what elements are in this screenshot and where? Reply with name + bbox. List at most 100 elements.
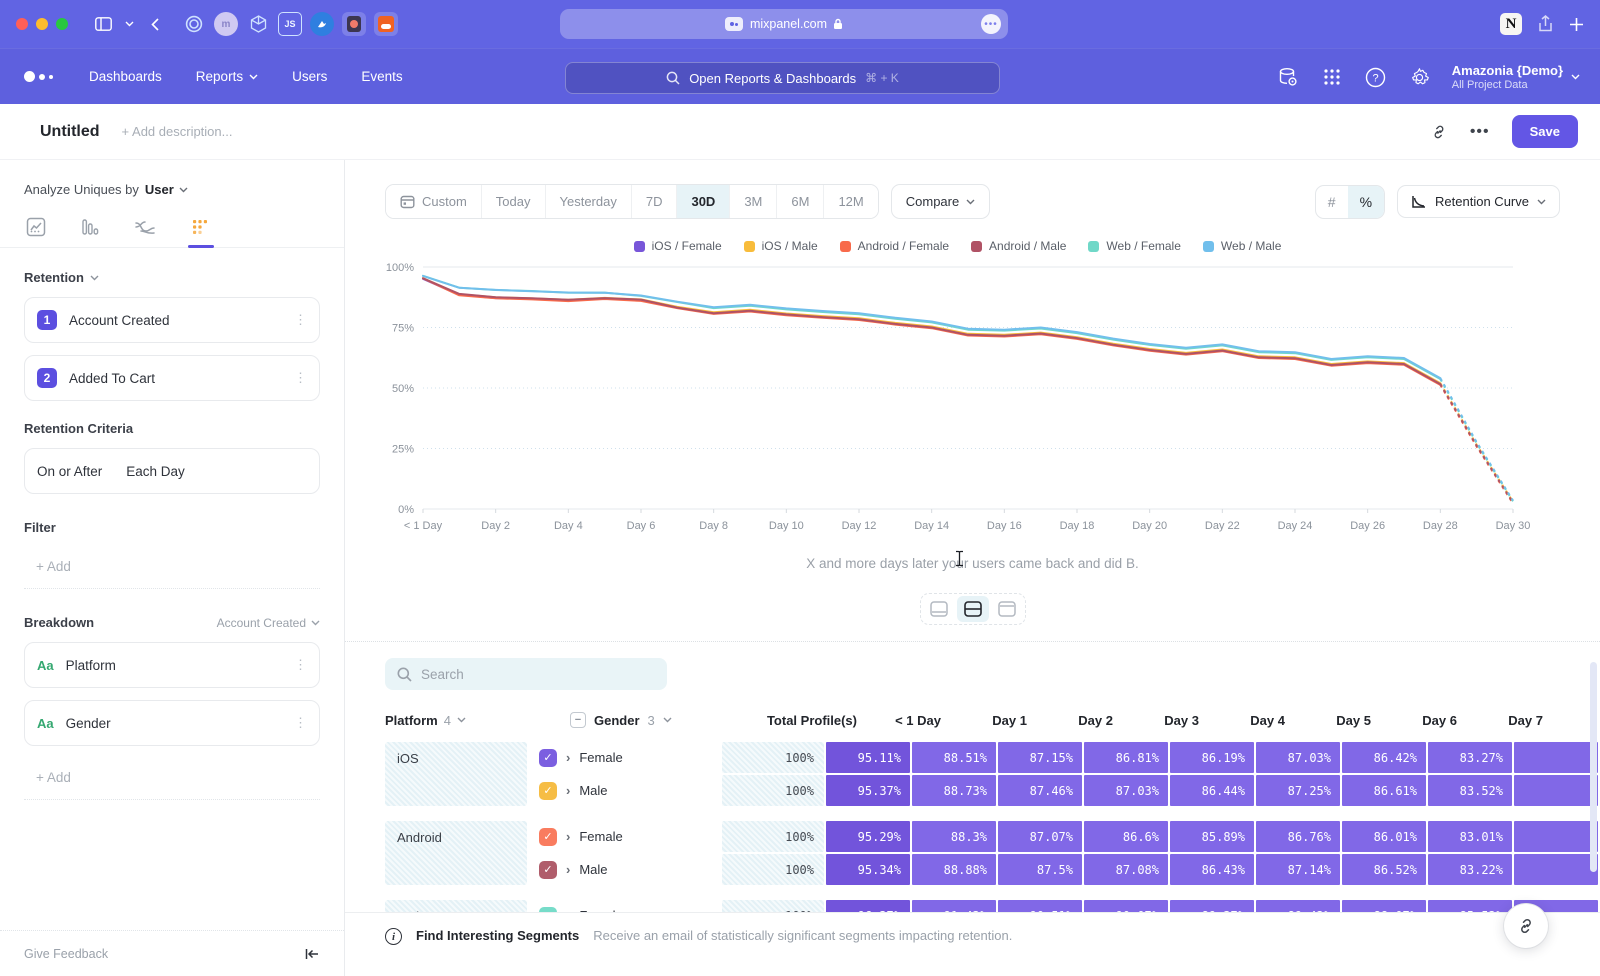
retention-chart[interactable]: 100%75%50%25%0%< 1 DayDay 2Day 4Day 6Day…	[375, 259, 1600, 546]
retention-value-cell[interactable]: 83.52%	[1428, 775, 1512, 806]
retention-value-cell[interactable]: 86.76%	[1256, 821, 1340, 852]
breakdown-options-icon[interactable]: ⋮	[294, 661, 307, 669]
close-window-button[interactable]	[16, 18, 28, 30]
range-yesterday[interactable]: Yesterday	[546, 185, 632, 218]
retention-value-cell[interactable]	[1514, 821, 1598, 852]
criteria-interval[interactable]: Each Day	[126, 464, 185, 479]
page-actions-button[interactable]: •••	[981, 14, 1001, 34]
day-column-header[interactable]: Day 5	[1297, 713, 1383, 728]
legend-item[interactable]: Android / Male	[971, 239, 1066, 253]
criteria-mode[interactable]: On or After	[37, 464, 102, 479]
range-12m[interactable]: 12M	[824, 185, 877, 218]
day-column-header[interactable]: Day 4	[1211, 713, 1297, 728]
record-extension-icon[interactable]	[342, 12, 366, 36]
m-extension-icon[interactable]: m	[214, 12, 238, 36]
retention-value-cell[interactable]: 86.52%	[1342, 854, 1426, 885]
mixpanel-logo[interactable]	[24, 71, 53, 82]
retention-value-cell[interactable]	[1514, 775, 1598, 806]
retention-value-cell[interactable]: 87.25%	[1256, 775, 1340, 806]
day-column-header[interactable]: < 1 Day	[867, 713, 953, 728]
share-icon[interactable]	[1538, 15, 1553, 33]
number-format-button[interactable]: #	[1316, 186, 1348, 218]
gender-column-header[interactable]: − Gender 3	[570, 712, 765, 728]
retention-step-1[interactable]: 1 Account Created ⋮	[24, 297, 320, 343]
retention-value-cell[interactable]: 87.14%	[1256, 854, 1340, 885]
find-segments-title[interactable]: Find Interesting Segments	[416, 928, 579, 943]
retention-value-cell[interactable]: 86.6%	[1084, 821, 1168, 852]
share-link-floating-button[interactable]	[1504, 904, 1548, 948]
table-only-view-button[interactable]	[991, 596, 1023, 622]
zoom-window-button[interactable]	[56, 18, 68, 30]
new-tab-icon[interactable]	[1569, 17, 1584, 32]
retention-value-cell[interactable]: 86.61%	[1342, 775, 1426, 806]
retention-value-cell[interactable]: 95.11%	[826, 742, 910, 773]
legend-item[interactable]: Android / Female	[840, 239, 949, 253]
legend-item[interactable]: Web / Male	[1203, 239, 1281, 253]
total-profiles-header[interactable]: Total Profile(s)	[765, 713, 867, 728]
series-checkbox[interactable]: ✓	[539, 828, 557, 846]
day-column-header[interactable]: Day 3	[1125, 713, 1211, 728]
retention-value-cell[interactable]: 88.51%	[912, 742, 996, 773]
sidebar-toggle-icon[interactable]	[90, 11, 116, 37]
settings-gear-icon[interactable]	[1408, 65, 1432, 89]
report-title[interactable]: Untitled	[40, 123, 100, 141]
tab-funnels[interactable]	[80, 217, 100, 247]
give-feedback-link[interactable]: Give Feedback	[24, 947, 108, 961]
day-column-header[interactable]: Day 1	[953, 713, 1039, 728]
range-6m[interactable]: 6M	[777, 185, 824, 218]
gender-cell[interactable]: ✓ › Male	[527, 775, 722, 806]
chart-type-select[interactable]: Retention Curve	[1397, 185, 1560, 218]
nav-events[interactable]: Events	[361, 69, 402, 84]
legend-item[interactable]: Web / Female	[1088, 239, 1180, 253]
split-view-button[interactable]	[957, 596, 989, 622]
cube-extension-icon[interactable]	[246, 12, 270, 36]
retention-section-header[interactable]: Retention	[24, 270, 320, 285]
retention-value-cell[interactable]: 87.03%	[1256, 742, 1340, 773]
expand-row-icon[interactable]: ›	[566, 750, 570, 765]
platform-cell[interactable]: iOS	[385, 742, 527, 806]
retention-value-cell[interactable]: 85.89%	[1170, 821, 1254, 852]
target-extension-icon[interactable]	[182, 12, 206, 36]
step-options-icon[interactable]: ⋮	[294, 374, 307, 382]
bird-extension-icon[interactable]	[310, 12, 334, 36]
gender-cell[interactable]: ✓ › Female	[527, 821, 722, 852]
tab-retention[interactable]	[190, 217, 210, 247]
address-bar[interactable]: mixpanel.com •••	[560, 9, 1008, 39]
back-button[interactable]	[142, 11, 168, 37]
step-options-icon[interactable]: ⋮	[294, 316, 307, 324]
legend-item[interactable]: iOS / Female	[634, 239, 722, 253]
breakdown-options-icon[interactable]: ⋮	[294, 719, 307, 727]
compare-button[interactable]: Compare	[891, 184, 990, 219]
retention-value-cell[interactable]: 86.01%	[1342, 821, 1426, 852]
breakdown-platform[interactable]: Aa Platform ⋮	[24, 642, 320, 688]
retention-value-cell[interactable]: 87.08%	[1084, 854, 1168, 885]
retention-value-cell[interactable]: 87.07%	[998, 821, 1082, 852]
retention-value-cell[interactable]: 95.37%	[826, 775, 910, 806]
vertical-scrollbar[interactable]	[1590, 662, 1597, 872]
range-custom[interactable]: Custom	[386, 185, 482, 218]
breakdown-add-button[interactable]: + Add	[24, 758, 320, 800]
sidebar-chevron-icon[interactable]	[122, 11, 136, 37]
retention-value-cell[interactable]: 88.88%	[912, 854, 996, 885]
expand-row-icon[interactable]: ›	[566, 783, 570, 798]
tab-flows[interactable]	[134, 217, 156, 247]
table-search-input[interactable]: Search	[385, 658, 667, 690]
chart-only-view-button[interactable]	[923, 596, 955, 622]
apps-grid-icon[interactable]	[1320, 65, 1344, 89]
retention-value-cell[interactable]: 88.3%	[912, 821, 996, 852]
range-7d[interactable]: 7D	[632, 185, 678, 218]
nav-reports[interactable]: Reports	[196, 69, 258, 84]
data-management-icon[interactable]	[1276, 65, 1300, 89]
day-column-header[interactable]: Day 6	[1383, 713, 1469, 728]
analyze-entity-select[interactable]: User	[145, 182, 188, 197]
retention-value-cell[interactable]: 86.19%	[1170, 742, 1254, 773]
js-extension-icon[interactable]: JS	[278, 12, 302, 36]
notion-extension-icon[interactable]: N	[1500, 13, 1522, 35]
retention-value-cell[interactable]: 86.42%	[1342, 742, 1426, 773]
project-switcher[interactable]: Amazonia {Demo} All Project Data	[1452, 63, 1580, 91]
save-button[interactable]: Save	[1512, 115, 1578, 148]
retention-value-cell[interactable]: 87.03%	[1084, 775, 1168, 806]
breakdown-scope-select[interactable]: Account Created	[217, 616, 320, 630]
series-checkbox[interactable]: ✓	[539, 782, 557, 800]
minimize-window-button[interactable]	[36, 18, 48, 30]
